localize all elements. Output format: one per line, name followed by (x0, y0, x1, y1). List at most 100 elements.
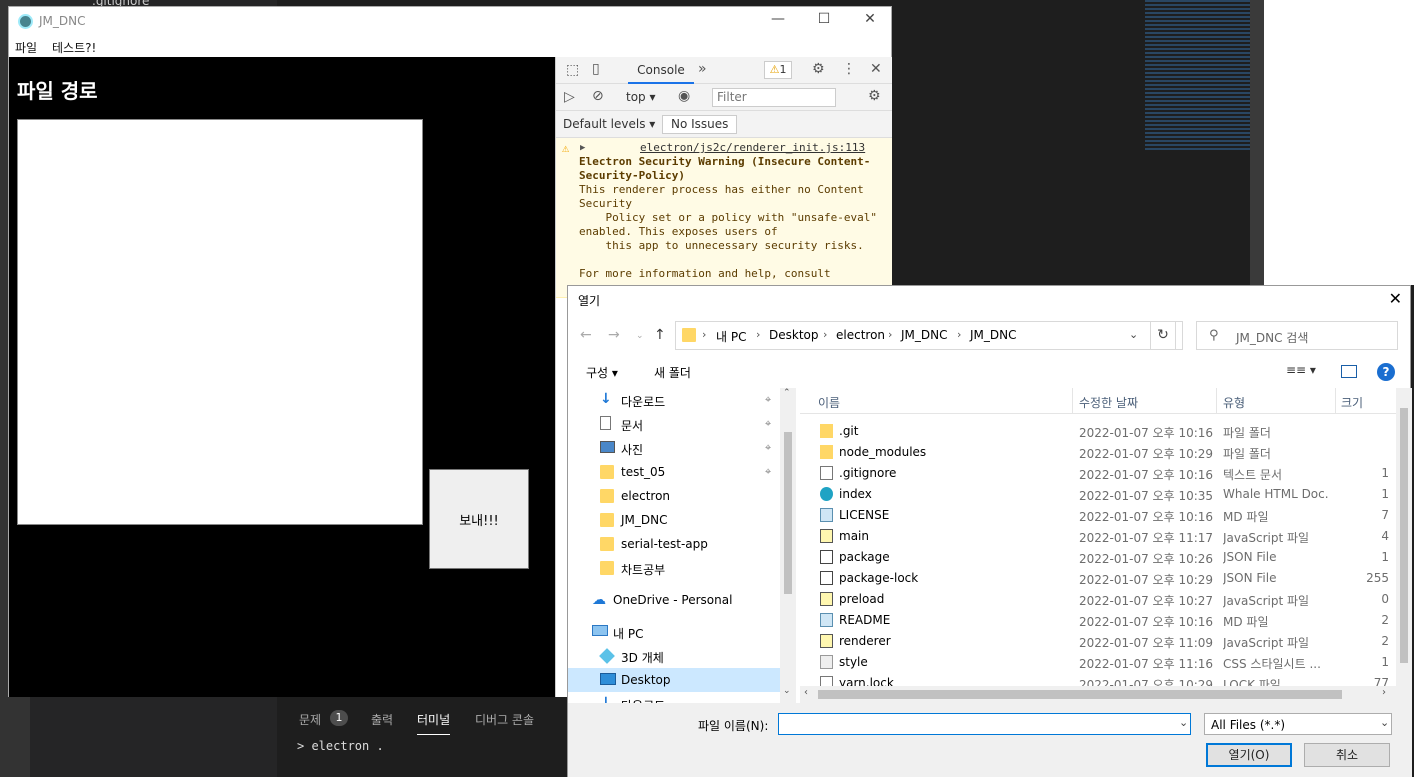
filename-input[interactable] (778, 713, 1191, 735)
nav-item[interactable]: JM_DNC (568, 508, 780, 532)
refresh-icon[interactable]: ↻ (1150, 321, 1176, 350)
breadcrumb-jm-dnc-current[interactable]: JM_DNC (970, 328, 1017, 342)
recent-locations-icon[interactable]: ⌄ (636, 331, 644, 341)
chevron-right-icon[interactable]: › (957, 328, 961, 341)
cancel-button[interactable]: 취소 (1304, 743, 1390, 767)
nav-item[interactable]: 내 PC (568, 620, 780, 644)
forward-arrow-icon[interactable]: → (608, 327, 620, 343)
more-options-icon[interactable]: ⋮ (842, 61, 856, 77)
chevron-right-icon[interactable]: › (702, 328, 706, 341)
maximize-button[interactable]: ☐ (809, 11, 839, 31)
scroll-right-icon[interactable]: › (1382, 687, 1386, 698)
column-header-date[interactable]: 수정한 날짜 (1079, 394, 1138, 411)
breadcrumb-desktop[interactable]: Desktop (769, 328, 819, 342)
chevron-down-icon[interactable]: ⌄ (1129, 328, 1138, 341)
panel-tab-output[interactable]: 출력 (371, 711, 393, 728)
close-devtools-icon[interactable]: ✕ (870, 61, 882, 77)
message-source-link[interactable]: electron/js2c/renderer_init.js:113 (640, 141, 865, 155)
address-bar[interactable]: › 내 PC › Desktop › electron › JM_DNC › J… (675, 321, 1183, 350)
device-toolbar-icon[interactable]: ▯ (592, 61, 600, 77)
file-row[interactable]: package-lock 2022-01-07 오후 10:29 JSON File… (800, 567, 1396, 588)
organize-button[interactable]: 구성 ▾ (586, 364, 618, 381)
file-row[interactable]: .git 2022-01-07 오후 10:16 파일 폴더 (800, 420, 1396, 441)
panel-tab-debug-console[interactable]: 디버그 콘솔 (475, 711, 534, 728)
panel-tab-problems[interactable]: 문제 (299, 711, 321, 728)
file-type-select[interactable]: All Files (*.*) (1204, 713, 1392, 735)
column-divider[interactable] (1335, 388, 1336, 414)
settings-gear-icon[interactable]: ⚙ (812, 61, 825, 77)
preview-pane-icon[interactable] (1341, 365, 1357, 378)
chevron-right-icon[interactable]: › (888, 328, 892, 341)
close-button[interactable]: ✕ (855, 11, 885, 31)
file-list-hscrollbar[interactable]: ‹ › (800, 686, 1396, 703)
breadcrumb-jm-dnc[interactable]: JM_DNC (901, 328, 948, 342)
scroll-left-icon[interactable]: ‹ (804, 687, 808, 698)
nav-item[interactable]: 사진 ⌖ (568, 436, 780, 460)
issues-button[interactable]: No Issues (662, 115, 738, 134)
nav-scroll-thumb[interactable] (784, 432, 792, 594)
column-header-type[interactable]: 유형 (1223, 394, 1245, 411)
nav-item[interactable]: test_05 ⌖ (568, 460, 780, 484)
nav-item[interactable]: electron (568, 484, 780, 508)
inspect-element-icon[interactable]: ⬚ (566, 62, 579, 78)
terminal-line[interactable]: > electron . (297, 739, 384, 753)
nav-scrollbar[interactable]: ⌃ ⌄ (780, 388, 796, 703)
console-settings-icon[interactable]: ⚙ (868, 88, 881, 104)
chevron-right-icon[interactable]: › (756, 328, 760, 341)
new-folder-button[interactable]: 새 폴더 (654, 364, 691, 381)
file-row[interactable]: node_modules 2022-01-07 오후 10:29 파일 폴더 (800, 441, 1396, 462)
nav-item[interactable]: 3D 개체 (568, 644, 780, 668)
help-icon[interactable]: ? (1377, 363, 1395, 381)
vscode-scrollbar[interactable] (1250, 0, 1264, 290)
warning-count-badge[interactable]: ⚠1 (764, 61, 792, 79)
clear-console-icon[interactable]: ⊘ (592, 88, 604, 104)
file-row[interactable]: package 2022-01-07 오후 10:26 JSON File 1 (800, 546, 1396, 567)
context-selector[interactable]: top ▾ (626, 90, 656, 104)
file-row[interactable]: main 2022-01-07 오후 11:17 JavaScript 파일 4 (800, 525, 1396, 546)
column-header-size[interactable]: 크기 (1341, 394, 1363, 411)
send-button[interactable]: 보내!!! (429, 469, 529, 569)
column-header-name[interactable]: 이름 (818, 394, 840, 411)
more-tabs-icon[interactable]: » (698, 61, 707, 77)
file-row[interactable]: README 2022-01-07 오후 10:16 MD 파일 2 (800, 609, 1396, 630)
nav-item[interactable]: serial-test-app (568, 532, 780, 556)
search-input[interactable]: JM_DNC 검색 (1236, 329, 1308, 346)
menu-test[interactable]: 테스트?! (52, 39, 96, 56)
nav-item[interactable]: ☁ OneDrive - Personal (568, 588, 780, 612)
file-row[interactable]: LICENSE 2022-01-07 오후 10:16 MD 파일 7 (800, 504, 1396, 525)
file-list-vscroll-thumb[interactable] (1400, 408, 1408, 663)
nav-item[interactable]: ↓다운로드 (568, 692, 780, 703)
console-filter-input[interactable]: Filter (712, 88, 836, 107)
file-list-vscrollbar[interactable] (1396, 388, 1412, 703)
expand-arrow-icon[interactable]: ▶ (580, 141, 585, 155)
app-titlebar[interactable]: JM_DNC — ☐ ✕ (9, 7, 891, 35)
nav-item[interactable]: 문서 ⌖ (568, 412, 780, 436)
nav-item[interactable]: Desktop (568, 668, 780, 692)
live-expression-eye-icon[interactable]: ◉ (678, 88, 690, 104)
scroll-down-icon[interactable]: ⌄ (783, 686, 791, 696)
chevron-down-icon[interactable]: ⌄ (1380, 716, 1389, 729)
minimize-button[interactable]: — (763, 11, 793, 31)
breadcrumb-pc[interactable]: 내 PC (716, 328, 746, 345)
menu-file[interactable]: 파일 (15, 39, 37, 56)
search-box[interactable]: ⚲ JM_DNC 검색 (1196, 321, 1398, 350)
panel-tab-terminal[interactable]: 터미널 (417, 711, 451, 735)
file-row[interactable]: preload 2022-01-07 오후 10:27 JavaScript 파일 0 (800, 588, 1396, 609)
breadcrumb-electron[interactable]: electron (836, 328, 885, 342)
nav-item[interactable]: ↓ 다운로드 ⌖ (568, 388, 780, 412)
sidebar-toggle-icon[interactable]: ▷ (564, 89, 575, 105)
nav-item[interactable]: 차트공부 (568, 556, 780, 580)
log-levels-dropdown[interactable]: Default levels ▾ (563, 117, 655, 131)
file-row[interactable]: renderer 2022-01-07 오후 11:09 JavaScript 파일… (800, 630, 1396, 651)
view-options-icon[interactable]: ≡≡ ▾ (1286, 363, 1316, 377)
file-row[interactable]: style 2022-01-07 오후 11:16 CSS 스타일시트 ... 1 (800, 651, 1396, 672)
dialog-close-icon[interactable]: ✕ (1389, 289, 1402, 308)
up-arrow-icon[interactable]: ↑ (654, 327, 666, 343)
column-divider[interactable] (1072, 388, 1073, 414)
back-arrow-icon[interactable]: ← (580, 327, 592, 343)
scroll-up-icon[interactable]: ⌃ (783, 388, 791, 398)
file-row[interactable]: .gitignore 2022-01-07 오후 10:16 텍스트 문서 1 (800, 462, 1396, 483)
open-button[interactable]: 열기(O) (1206, 743, 1292, 767)
file-list-hscroll-thumb[interactable] (818, 690, 1342, 699)
column-divider[interactable] (1216, 388, 1217, 414)
